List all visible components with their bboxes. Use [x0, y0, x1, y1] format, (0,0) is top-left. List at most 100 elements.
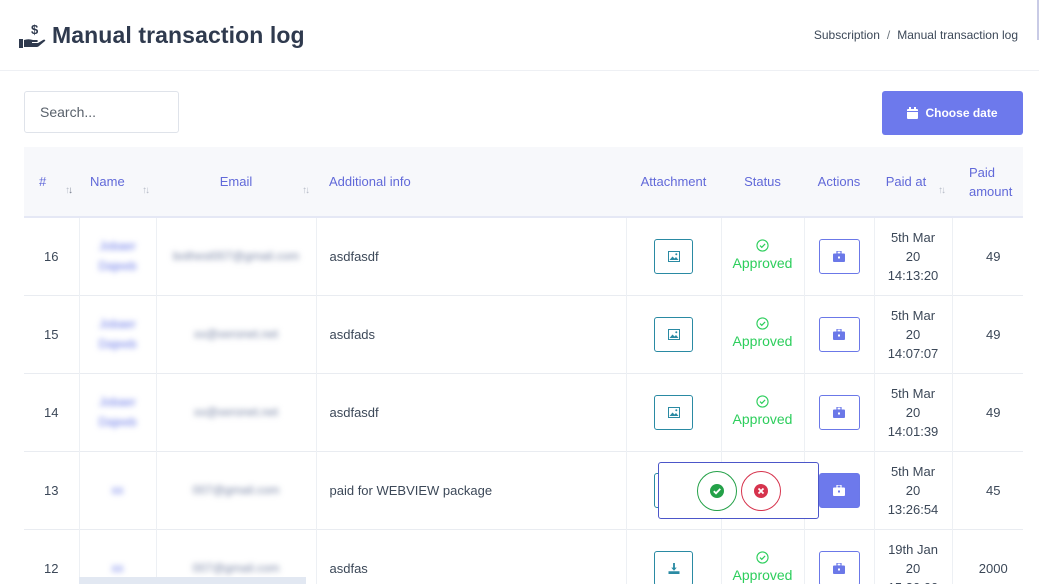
- row-status: Approved: [721, 373, 805, 451]
- status-badge: Approved: [722, 317, 804, 351]
- col-header-name[interactable]: Name ↑↓: [79, 147, 156, 217]
- sort-icon[interactable]: ↑↓: [938, 181, 946, 200]
- row-paid-amount: 49: [986, 404, 1001, 420]
- image-icon: [667, 328, 680, 340]
- view-attachment-button[interactable]: [654, 394, 693, 430]
- briefcase-icon: [833, 406, 845, 418]
- row-paid-at: 5th Mar 20 14:01:39: [874, 373, 953, 451]
- row-paid-at: 5th Mar 20 13:26:54: [874, 451, 953, 529]
- check-circle-icon: [756, 239, 769, 252]
- row-actions: [804, 217, 875, 295]
- row-name[interactable]: Jobaer Dajeeb: [79, 295, 157, 373]
- row-name[interactable]: Jobaer Dajeeb: [79, 217, 157, 295]
- image-icon: [667, 250, 680, 262]
- row-id: 13: [24, 451, 80, 529]
- row-status: Approved: [721, 295, 805, 373]
- view-attachment-button[interactable]: [654, 316, 693, 352]
- choose-date-label: Choose date: [925, 106, 998, 120]
- horizontal-scrollbar[interactable]: [79, 577, 306, 584]
- row-email: 007@gmail.com: [156, 529, 317, 584]
- row-name[interactable]: Jobaer Dajeeb: [79, 373, 157, 451]
- check-circle-icon: [756, 395, 769, 408]
- col-header-paid-amount[interactable]: Paid amount: [952, 147, 1023, 217]
- table-row: 13 xx 007@gmail.com paid for WEBVIEW packag…: [24, 451, 1023, 529]
- breadcrumb-current: Manual transaction log: [897, 28, 1018, 42]
- sort-icon[interactable]: ↑↓: [302, 181, 310, 200]
- view-attachment-button[interactable]: [654, 238, 693, 274]
- row-attachment: [626, 217, 722, 295]
- choose-date-button[interactable]: Choose date: [882, 91, 1023, 135]
- table-row: 15 Jobaer Dajeeb xx@xeronet.net asdfads Appr…: [24, 295, 1023, 373]
- row-paid-at: 5th Mar 20 14:07:07: [874, 295, 953, 373]
- x-circle-icon: [753, 483, 768, 498]
- briefcase-icon: [833, 250, 845, 262]
- row-id: 15: [24, 295, 80, 373]
- actions-button[interactable]: [818, 550, 860, 584]
- row-id: 14: [24, 373, 80, 451]
- row-additional-info: asdfas: [316, 529, 627, 584]
- row-id: 16: [24, 217, 80, 295]
- download-icon: [668, 562, 679, 574]
- row-status: Approved: [721, 217, 805, 295]
- col-header-actions: Actions: [817, 174, 861, 189]
- table-row: 14 Jobaer Dajeeb xx@xeronet.net asdfasdf App…: [24, 373, 1023, 451]
- row-paid-at: 5th Mar 20 14:13:20: [874, 217, 953, 295]
- row-attachment: [626, 295, 722, 373]
- row-email: bothest007@gmail.com: [156, 217, 317, 295]
- calendar-icon: [907, 107, 919, 119]
- actions-button[interactable]: [818, 238, 860, 274]
- row-additional-info: asdfads: [316, 295, 627, 373]
- actions-button[interactable]: [818, 316, 860, 352]
- check-circle-icon: [756, 317, 769, 330]
- sort-icon[interactable]: ↑↓: [65, 181, 73, 200]
- approval-popover: [658, 462, 819, 519]
- transactions-table: # ↑↓ Name ↑↓ Email ↑↓ Additional info Attac…: [24, 147, 1023, 584]
- row-actions: [804, 529, 875, 584]
- briefcase-icon: [833, 484, 845, 496]
- search-input[interactable]: [24, 91, 179, 133]
- row-actions: [804, 295, 875, 373]
- row-additional-info: asdfasdf: [316, 217, 627, 295]
- sort-icon[interactable]: ↑↓: [142, 181, 150, 200]
- col-header-attachment: Attachment: [640, 174, 707, 189]
- briefcase-icon: [833, 562, 845, 574]
- approve-button[interactable]: [696, 470, 737, 511]
- breadcrumb-separator: /: [886, 28, 891, 42]
- table-row: 12 xx 007@gmail.com asdfas Approved 19th Jan 2…: [24, 529, 1023, 584]
- row-name[interactable]: xx: [79, 451, 157, 529]
- row-additional-info: paid for WEBVIEW package: [316, 451, 627, 529]
- col-header-paid-at[interactable]: Paid at ↑↓: [874, 147, 952, 217]
- table-row: 16 Jobaer Dajeeb bothest007@gmail.com asdfa…: [24, 217, 1023, 295]
- col-header-additional-info: Additional info: [329, 174, 411, 189]
- actions-button[interactable]: [818, 472, 860, 508]
- row-additional-info: asdfasdf: [316, 373, 627, 451]
- briefcase-icon: [833, 328, 845, 340]
- actions-button[interactable]: [818, 394, 860, 430]
- image-icon: [667, 406, 680, 418]
- status-badge: Approved: [722, 395, 804, 429]
- reject-button[interactable]: [740, 470, 781, 511]
- breadcrumb: Subscription / Manual transaction log: [814, 28, 1018, 42]
- row-paid-amount: 49: [986, 326, 1001, 342]
- row-status: Approved: [721, 529, 805, 584]
- page-header: $ Manual transaction log Subscription / Ma…: [0, 0, 1039, 71]
- col-header-id[interactable]: # ↑↓: [24, 147, 79, 217]
- row-email: xx@xeronet.net: [156, 373, 317, 451]
- col-header-email[interactable]: Email ↑↓: [156, 147, 316, 217]
- row-attachment: [626, 373, 722, 451]
- breadcrumb-subscription[interactable]: Subscription: [814, 28, 880, 42]
- status-badge: Approved: [722, 551, 804, 584]
- page-title: Manual transaction log: [52, 22, 305, 48]
- row-paid-at: 19th Jan2015:30:00: [874, 529, 953, 584]
- row-attachment: [626, 529, 722, 584]
- row-paid-amount: 45: [986, 482, 1001, 498]
- row-actions: [804, 373, 875, 451]
- view-attachment-button[interactable]: [654, 550, 693, 584]
- row-name[interactable]: xx: [79, 529, 157, 584]
- row-id: 12: [24, 529, 80, 584]
- hand-dollar-icon: $: [19, 22, 46, 48]
- row-email: xx@xeronet.net: [156, 295, 317, 373]
- row-paid-amount: 49: [986, 248, 1001, 264]
- table-header-row: # ↑↓ Name ↑↓ Email ↑↓ Additional info Attac…: [24, 147, 1023, 217]
- col-header-status: Status: [744, 174, 781, 189]
